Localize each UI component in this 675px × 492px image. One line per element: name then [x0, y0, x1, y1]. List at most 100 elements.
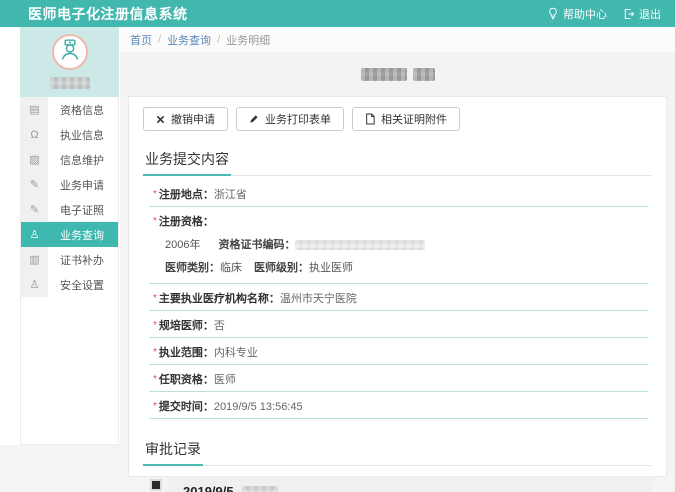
field-registration-qualification: *注册资格： 2006年 资格证书编码： 医师类别：临床医师级别：执业医师 [149, 207, 648, 284]
field-label: 任职资格： [159, 374, 214, 386]
approval-record-title: 2019/9/5 [183, 484, 638, 492]
x-icon [156, 115, 165, 124]
qualification-year: 2006年 [165, 239, 200, 251]
field-submit-time: *提交时间：2019/9/5 13:56:45 [149, 392, 648, 419]
logout-link[interactable]: 退出 [623, 6, 661, 22]
doctor-category-value: 临床 [220, 262, 242, 274]
help-center-label: 帮助中心 [563, 6, 607, 22]
sidebar-item-label: 证书补办 [48, 247, 118, 272]
sidebar-item-label: 电子证照 [48, 197, 118, 222]
timeline-node-icon [152, 481, 160, 489]
certificate-icon: ✎ [21, 197, 48, 222]
field-practice-scope: *执业范围：内科专业 [149, 338, 648, 365]
form-icon: ✎ [21, 172, 48, 197]
approval-section: 审批记录 2019/9/5 [143, 439, 652, 492]
field-value: 内科专业 [214, 347, 258, 359]
cert-code-label: 资格证书编码： [218, 239, 295, 251]
headset-icon: Ω [21, 122, 48, 147]
toolbar: 撤销申请 业务打印表单 相关证明附件 [143, 107, 652, 131]
print-form-button[interactable]: 业务打印表单 [236, 107, 344, 131]
main-content: 首页 / 业务查询 / 业务明细 撤销申请 [120, 27, 675, 492]
doctor-level-value: 执业医师 [309, 262, 353, 274]
app-title: 医师电子化注册信息系统 [0, 4, 188, 24]
sidebar-item-label: 信息维护 [48, 147, 118, 172]
avatar [52, 34, 88, 70]
required-mark: * [153, 320, 157, 331]
approval-timeline: 2019/9/5 提交成功 [143, 476, 652, 492]
sidebar-item-security-settings[interactable]: ♙ 安全设置 [21, 272, 118, 297]
redacted-page-title [361, 68, 407, 81]
sidebar-item-info-maintenance[interactable]: ▨ 信息维护 [21, 147, 118, 172]
qualification-year-row: 2006年 资格证书编码： [153, 229, 648, 252]
field-registration-location: *注册地点：浙江省 [149, 180, 648, 207]
cancel-application-button[interactable]: 撤销申请 [143, 107, 228, 131]
field-label: 提交时间： [159, 401, 214, 413]
doctor-category-row: 医师类别：临床医师级别：执业医师 [153, 252, 648, 279]
field-value: 否 [214, 320, 225, 332]
attachments-button[interactable]: 相关证明附件 [352, 107, 460, 131]
required-mark: * [153, 401, 157, 412]
field-value: 浙江省 [214, 189, 247, 201]
sidebar-item-certificate-reissue[interactable]: ▥ 证书补办 [21, 247, 118, 272]
sidebar-item-qualification-info[interactable]: ▤ 资格信息 [21, 97, 118, 122]
approval-heading-text: 审批记录 [143, 439, 203, 466]
sidebar-item-business-query[interactable]: ♙ 业务查询 [21, 222, 118, 247]
header-actions: 帮助中心 退出 [547, 6, 675, 22]
lightbulb-icon [547, 7, 559, 20]
approval-record-card: 2019/9/5 提交成功 [169, 476, 652, 492]
image-icon: ▨ [21, 147, 48, 172]
document-icon: ▤ [21, 97, 48, 122]
required-mark: * [153, 347, 157, 358]
approval-section-heading: 审批记录 [143, 439, 652, 466]
user-profile-block [20, 27, 119, 97]
sidebar-item-practice-info[interactable]: Ω 执业信息 [21, 122, 118, 147]
pen-icon [249, 114, 259, 124]
submission-fields: *注册地点：浙江省 *注册资格： 2006年资格证书编码： 医师类别：临床医师级… [149, 180, 648, 419]
page: 医师电子化注册信息系统 帮助中心 退出 [0, 0, 675, 492]
sidebar-item-label: 执业信息 [48, 122, 118, 147]
detail-panel: 撤销申请 业务打印表单 相关证明附件 [128, 96, 667, 477]
doctor-category-label: 医师类别： [165, 262, 220, 274]
logout-icon [623, 8, 635, 20]
document-attachment-icon [365, 113, 375, 125]
breadcrumb-separator: / [217, 34, 220, 46]
field-standardized-training: *规培医师：否 [149, 311, 648, 338]
breadcrumb-home[interactable]: 首页 [130, 32, 152, 48]
field-post-qualification: *任职资格：医师 [149, 365, 648, 392]
sidebar-item-label: 业务申请 [48, 172, 118, 197]
submission-section-heading: 业务提交内容 [143, 149, 652, 176]
help-center-link[interactable]: 帮助中心 [547, 6, 607, 22]
field-label: 执业范围： [159, 347, 214, 359]
save-icon: ▥ [21, 247, 48, 272]
attachments-label: 相关证明附件 [381, 111, 447, 127]
breadcrumb-separator: / [158, 34, 161, 46]
app-header: 医师电子化注册信息系统 帮助中心 退出 [0, 0, 675, 27]
sidebar-item-label: 业务查询 [48, 222, 118, 247]
required-mark: * [153, 189, 157, 200]
field-value: 温州市天宁医院 [280, 293, 357, 305]
breadcrumb-current: 业务明细 [226, 32, 270, 48]
print-form-label: 业务打印表单 [265, 111, 331, 127]
approval-record-date: 2019/9/5 [183, 484, 234, 492]
required-mark: * [153, 293, 157, 304]
required-mark: * [153, 216, 157, 227]
sidebar-item-label: 安全设置 [48, 272, 118, 297]
sidebar-menu: ▤ 资格信息 Ω 执业信息 ▨ 信息维护 ✎ 业务申请 [20, 97, 119, 445]
person-icon: ♙ [21, 222, 48, 247]
breadcrumb: 首页 / 业务查询 / 业务明细 [120, 27, 675, 52]
person-icon: ♙ [21, 272, 48, 297]
submission-heading-text: 业务提交内容 [143, 149, 231, 176]
redacted-cert-code [295, 240, 425, 250]
sidebar-item-business-application[interactable]: ✎ 业务申请 [21, 172, 118, 197]
logout-label: 退出 [639, 6, 661, 22]
redacted-user-name [50, 77, 90, 89]
cancel-application-label: 撤销申请 [171, 111, 215, 127]
doctor-level-label: 医师级别： [254, 262, 309, 274]
breadcrumb-business-query[interactable]: 业务查询 [167, 32, 211, 48]
page-title-strip [120, 52, 675, 96]
field-label: 主要执业医疗机构名称： [159, 293, 280, 305]
body: ▤ 资格信息 Ω 执业信息 ▨ 信息维护 ✎ 业务申请 [0, 27, 675, 492]
sidebar-item-electronic-certificate[interactable]: ✎ 电子证照 [21, 197, 118, 222]
field-label-row: *注册资格： [153, 213, 648, 229]
field-label: 注册资格： [159, 216, 214, 228]
